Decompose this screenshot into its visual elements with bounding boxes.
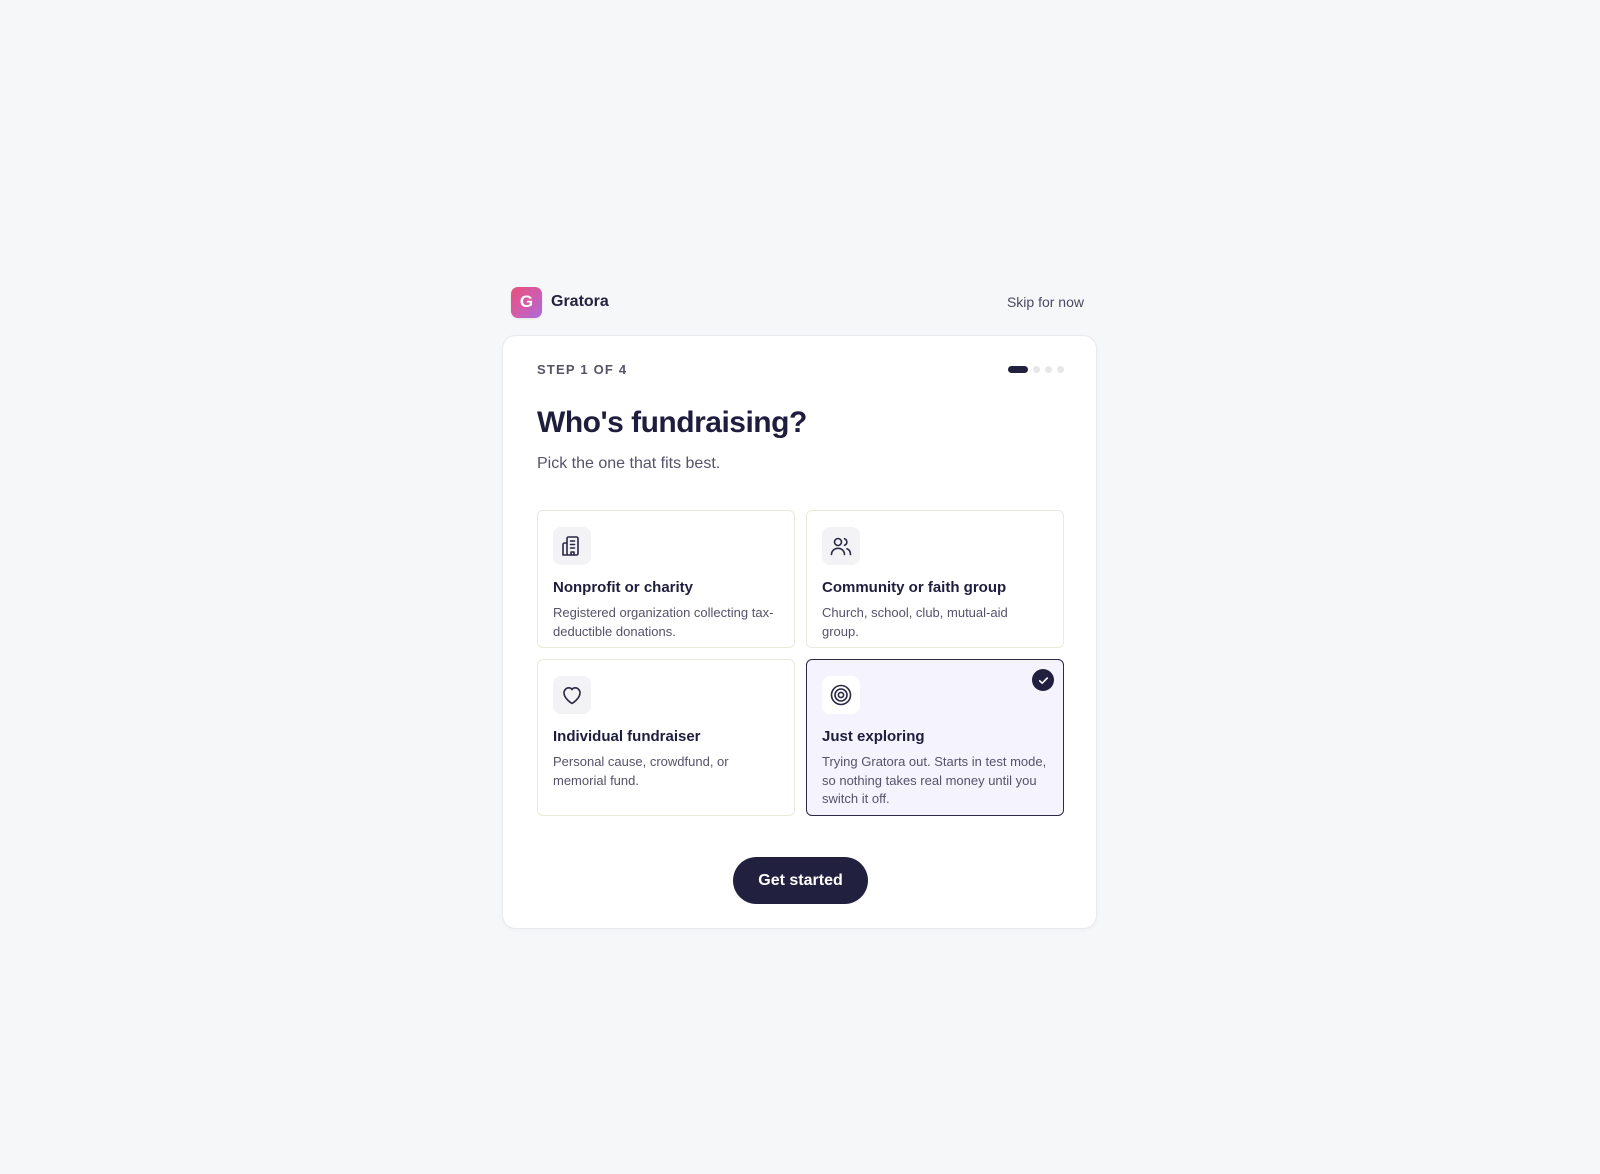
option-individual[interactable]: Individual fundraiser Personal cause, cr… (537, 659, 795, 816)
option-grid: Nonprofit or charity Registered organiza… (537, 510, 1064, 816)
get-started-button[interactable]: Get started (733, 857, 868, 904)
users-icon (822, 527, 860, 565)
check-icon (1032, 669, 1054, 691)
option-nonprofit[interactable]: Nonprofit or charity Registered organiza… (537, 510, 795, 648)
page-subtitle: Pick the one that fits best. (537, 455, 721, 472)
option-community[interactable]: Community or faith group Church, school,… (806, 510, 1064, 648)
heart-icon (553, 676, 591, 714)
onboarding-card: STEP 1 OF 4 Who's fundraising? Pick the … (502, 335, 1097, 929)
option-description: Trying Gratora out. Starts in test mode,… (822, 754, 1047, 806)
progress-dots (1008, 366, 1064, 373)
step-label: STEP 1 OF 4 (537, 362, 628, 377)
top-bar: G Gratora Skip for now (511, 286, 1084, 318)
option-title: Just exploring (822, 728, 925, 745)
option-exploring[interactable]: Just exploring Trying Gratora out. Start… (806, 659, 1064, 816)
page-title: Who's fundraising? (537, 406, 807, 439)
brand-name: Gratora (551, 293, 609, 310)
option-title: Individual fundraiser (553, 728, 701, 745)
step-row: STEP 1 OF 4 (537, 362, 1064, 377)
option-title: Nonprofit or charity (553, 579, 694, 596)
progress-dot-3 (1045, 366, 1052, 373)
progress-dot-4 (1057, 366, 1064, 373)
building-icon (553, 527, 591, 565)
option-description: Registered organization collecting tax-d… (553, 605, 774, 639)
brand: G Gratora (511, 286, 609, 318)
option-description: Personal cause, crowdfund, or memorial f… (553, 754, 729, 788)
skip-link[interactable]: Skip for now (1007, 294, 1084, 310)
brand-logo: G (511, 286, 542, 318)
option-title: Community or faith group (822, 579, 1007, 596)
option-description: Church, school, club, mutual-aid group. (822, 605, 1008, 639)
target-icon (822, 676, 860, 714)
progress-dot-1 (1008, 366, 1028, 373)
progress-dot-2 (1033, 366, 1040, 373)
